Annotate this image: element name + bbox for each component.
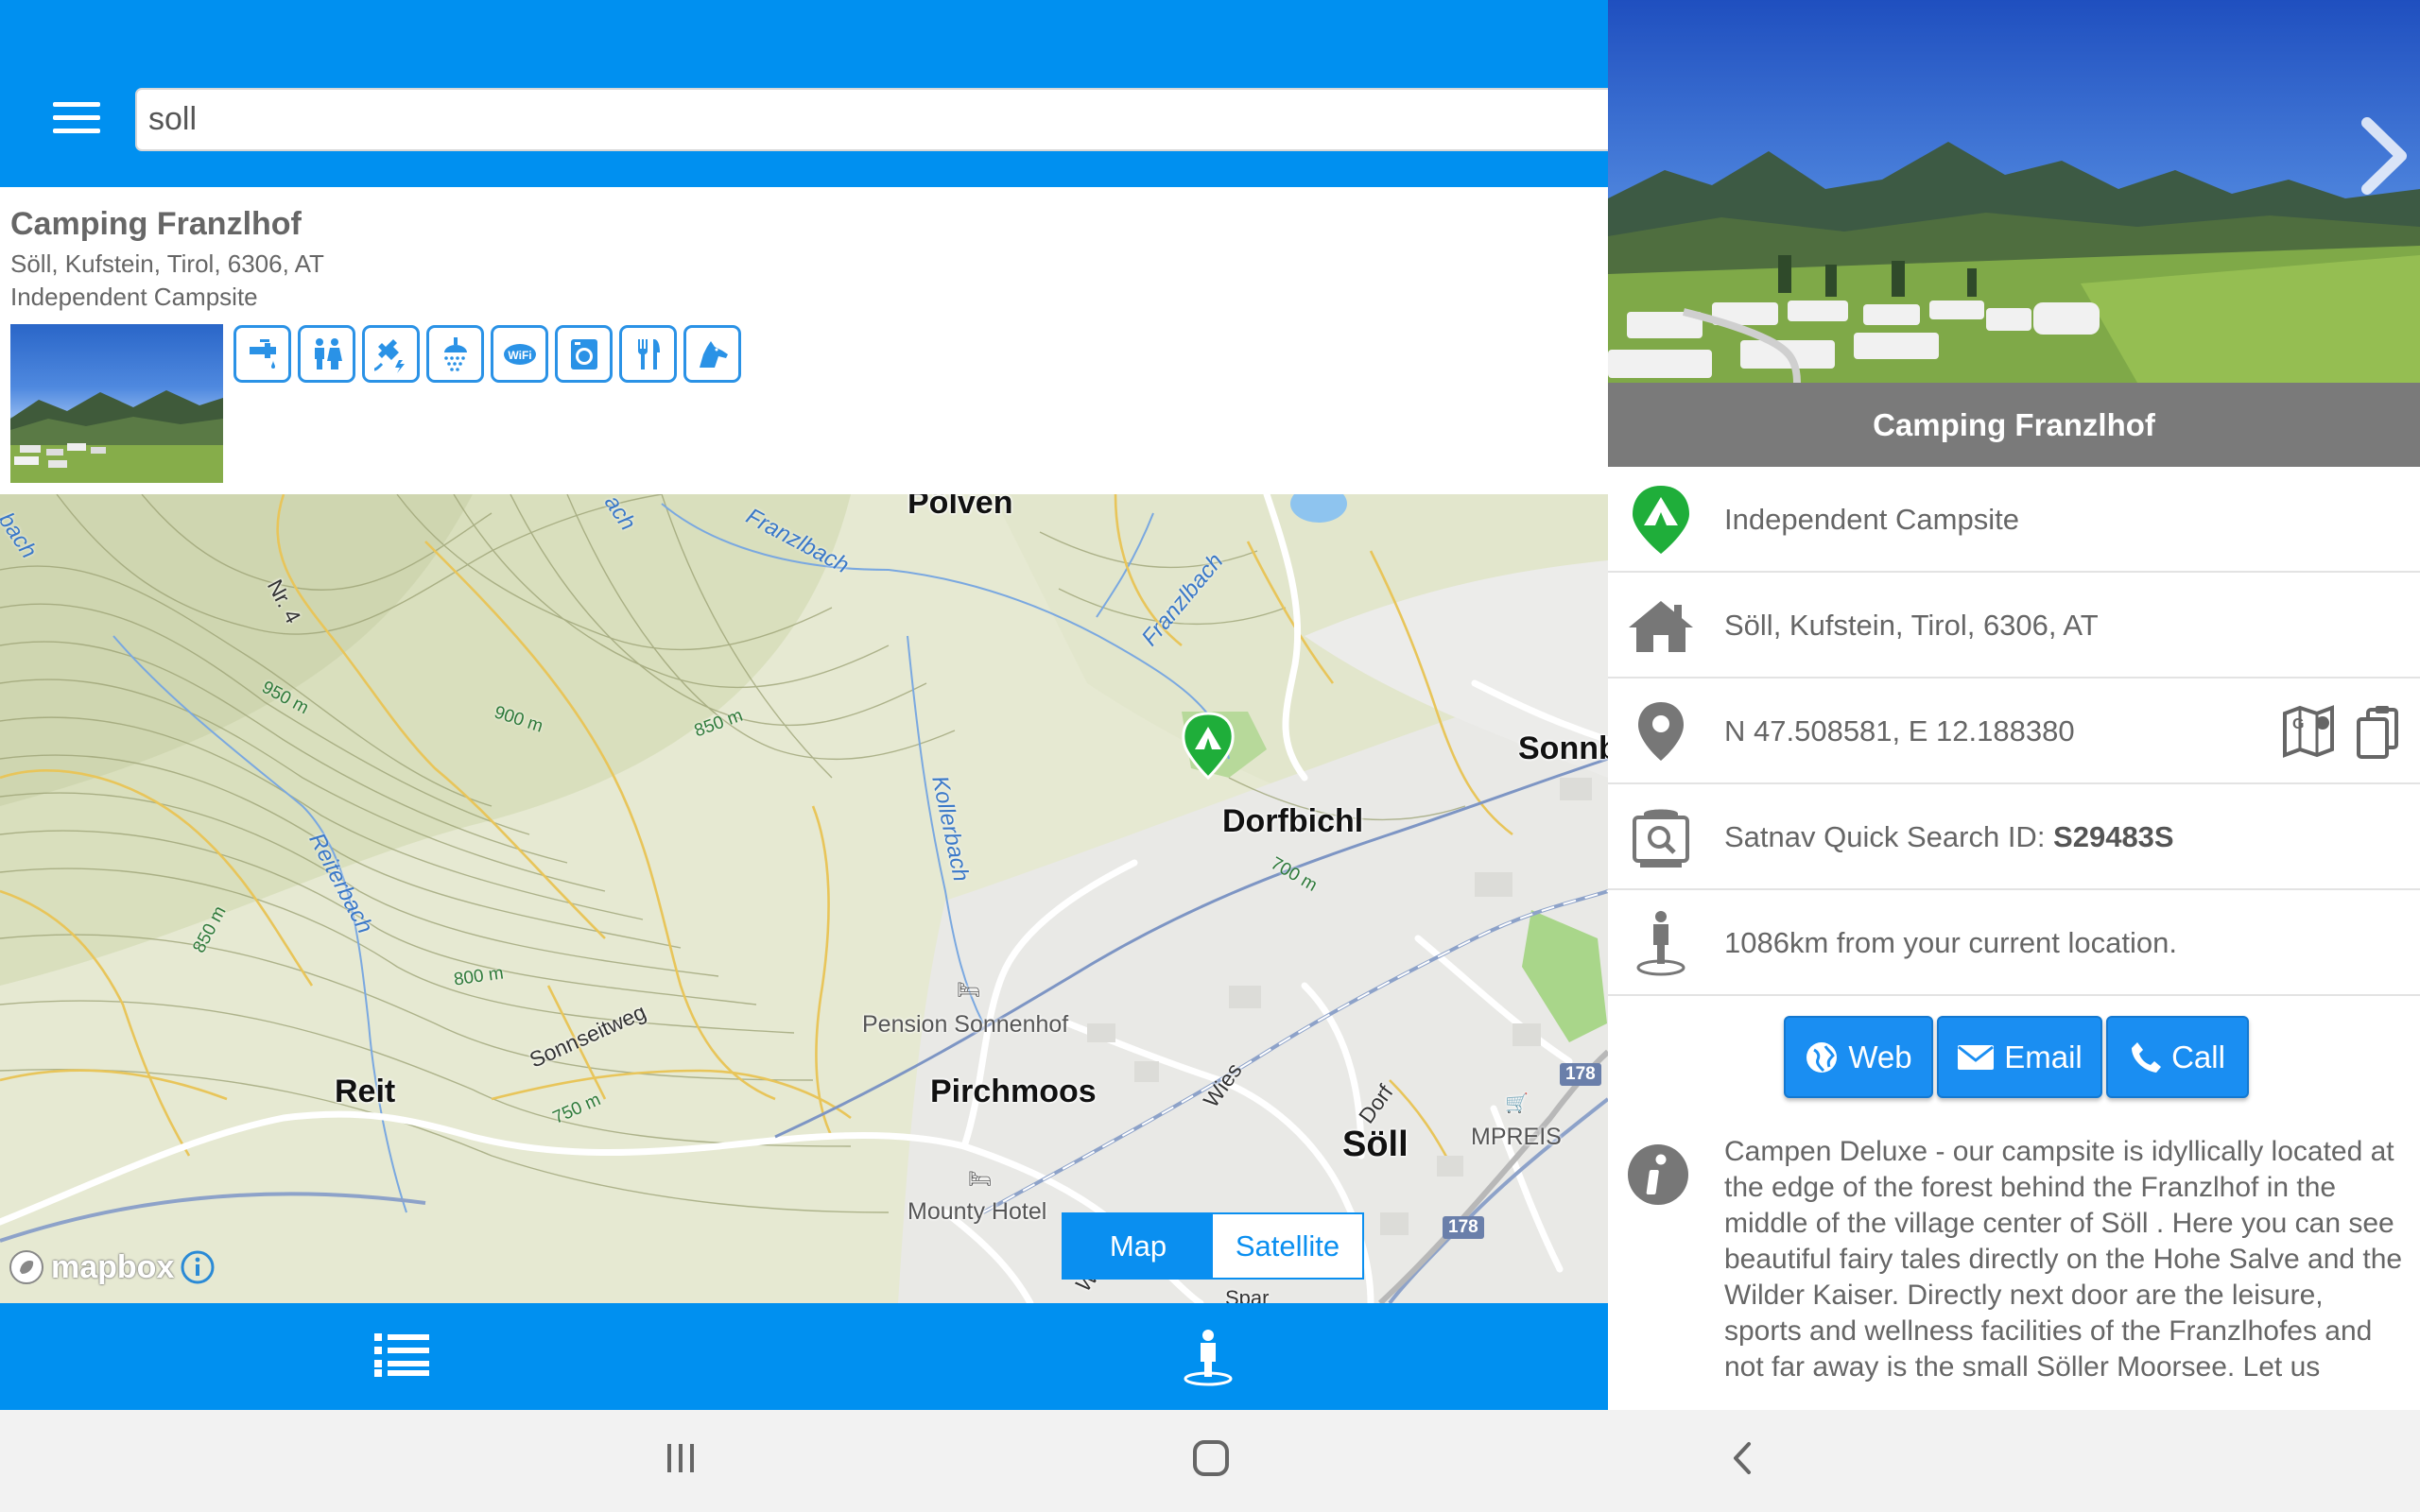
email-button-label: Email [2004, 1039, 2083, 1074]
place-label: Söll [1342, 1125, 1409, 1164]
detail-pane: Camping Franzlhof Independent Campsite S… [1608, 0, 2420, 1410]
satnav-code: S29483S [2053, 820, 2174, 853]
dogs-allowed-icon [683, 325, 741, 383]
toilets-icon [298, 325, 355, 383]
email-button[interactable]: Email [1937, 1016, 2102, 1098]
amenity-icons: WiFi [233, 325, 741, 383]
satnav-search-icon [1627, 801, 1695, 873]
contact-actions: Web Email Call [1784, 1016, 2249, 1098]
restaurant-icon [619, 325, 677, 383]
open-in-maps-icon[interactable]: G [2281, 704, 2336, 759]
tap-water-icon [233, 325, 291, 383]
mapbox-attribution[interactable]: mapbox [8, 1248, 216, 1286]
nearby-location-icon[interactable] [1180, 1328, 1236, 1386]
map-view[interactable]: Pölven Sonnb Dorfbichl Reit Pirchmoos Sö… [0, 494, 1608, 1303]
envelope-icon [1958, 1044, 1995, 1070]
left-pane: soll Camping Franzlhof Söll, Kufstein, T… [0, 0, 1608, 1410]
hamburger-menu-icon[interactable] [53, 102, 100, 140]
place-label: Pölven [908, 494, 1013, 521]
place-label: Sonnb [1518, 730, 1608, 766]
mapbox-logo-icon [9, 1250, 43, 1284]
location-pin-icon [1627, 696, 1695, 767]
web-button[interactable]: Web [1784, 1016, 1933, 1098]
campsite-pin-icon [1627, 484, 1695, 556]
map-view-button[interactable]: Map [1063, 1214, 1213, 1278]
call-button-label: Call [2171, 1039, 2225, 1074]
web-button-label: Web [1848, 1039, 1912, 1074]
hotel-icon: 🛏 [968, 1169, 993, 1190]
search-input[interactable]: soll [135, 88, 1608, 151]
road-shield: 178 [1560, 1063, 1601, 1086]
recent-apps-icon[interactable] [662, 1438, 700, 1481]
laundry-icon [555, 325, 613, 383]
map-type-toggle: Map Satellite [1062, 1212, 1364, 1280]
campsite-description: Campen Deluxe - our campsite is idyllica… [1724, 1136, 2403, 1383]
poi-label: Mounty Hotel [908, 1198, 1047, 1225]
poi-label: MPREIS [1471, 1124, 1562, 1150]
place-label: Pirchmoos [930, 1074, 1097, 1109]
campsite-address: Söll, Kufstein, Tirol, 6306, AT [1724, 609, 2099, 642]
info-icon [1627, 1143, 1689, 1206]
phone-icon [2132, 1041, 2162, 1073]
satellite-view-button[interactable]: Satellite [1213, 1214, 1362, 1278]
road-shield: 178 [1443, 1216, 1484, 1239]
next-photo-chevron-icon[interactable] [2358, 113, 2411, 198]
call-button[interactable]: Call [2106, 1016, 2249, 1098]
satnav-label: Satnav Quick Search ID: [1724, 820, 2054, 853]
wifi-icon: WiFi [491, 325, 548, 383]
campsite-photo[interactable] [1608, 0, 2420, 383]
satnav-row: Satnav Quick Search ID: S29483S [1608, 784, 2420, 890]
top-app-bar: soll [0, 0, 1608, 187]
address-row: Söll, Kufstein, Tirol, 6306, AT [1608, 573, 2420, 679]
mapbox-wordmark: mapbox [51, 1248, 175, 1285]
place-label: Dorfbichl [1222, 803, 1364, 839]
home-icon [1627, 590, 1695, 662]
shop-icon: 🛒 [1505, 1093, 1529, 1114]
search-result-card[interactable]: Camping Franzlhof Söll, Kufstein, Tirol,… [0, 187, 1608, 494]
svg-text:G: G [2292, 716, 2304, 732]
system-navigation-bar [0, 1410, 2420, 1512]
coordinates-row: N 47.508581, E 12.188380 G [1608, 679, 2420, 784]
list-view-icon[interactable] [374, 1330, 431, 1379]
info-icon [181, 1250, 215, 1284]
result-address: Söll, Kufstein, Tirol, 6306, AT [10, 249, 324, 278]
distance-row: 1086km from your current location. [1608, 890, 2420, 996]
campsite-type: Independent Campsite [1724, 503, 2019, 536]
person-location-icon [1627, 907, 1695, 979]
result-thumbnail[interactable] [10, 324, 223, 483]
svg-text:WiFi: WiFi [508, 349, 531, 362]
globe-icon [1806, 1041, 1838, 1073]
satnav-id: Satnav Quick Search ID: S29483S [1724, 784, 2174, 890]
result-type: Independent Campsite [10, 283, 258, 311]
hotel-icon: 🛏 [957, 980, 981, 1001]
poi-label: Pension Sonnenhof [862, 1011, 1069, 1038]
result-title: Camping Franzlhof [10, 206, 302, 242]
detail-title: Camping Franzlhof [1608, 383, 2420, 467]
gps-coordinates: N 47.508581, E 12.188380 [1724, 714, 2075, 747]
road-label: Spar [1225, 1286, 1270, 1303]
bottom-tab-bar [0, 1303, 1608, 1410]
place-label: Reit [335, 1074, 396, 1109]
distance-text: 1086km from your current location. [1724, 926, 2177, 959]
copy-clipboard-icon[interactable] [2351, 704, 2406, 759]
back-chevron-icon[interactable] [1728, 1438, 1756, 1483]
home-button-icon[interactable] [1191, 1438, 1231, 1483]
shower-icon [426, 325, 484, 383]
electric-hookup-icon [362, 325, 420, 383]
type-row: Independent Campsite [1608, 467, 2420, 573]
